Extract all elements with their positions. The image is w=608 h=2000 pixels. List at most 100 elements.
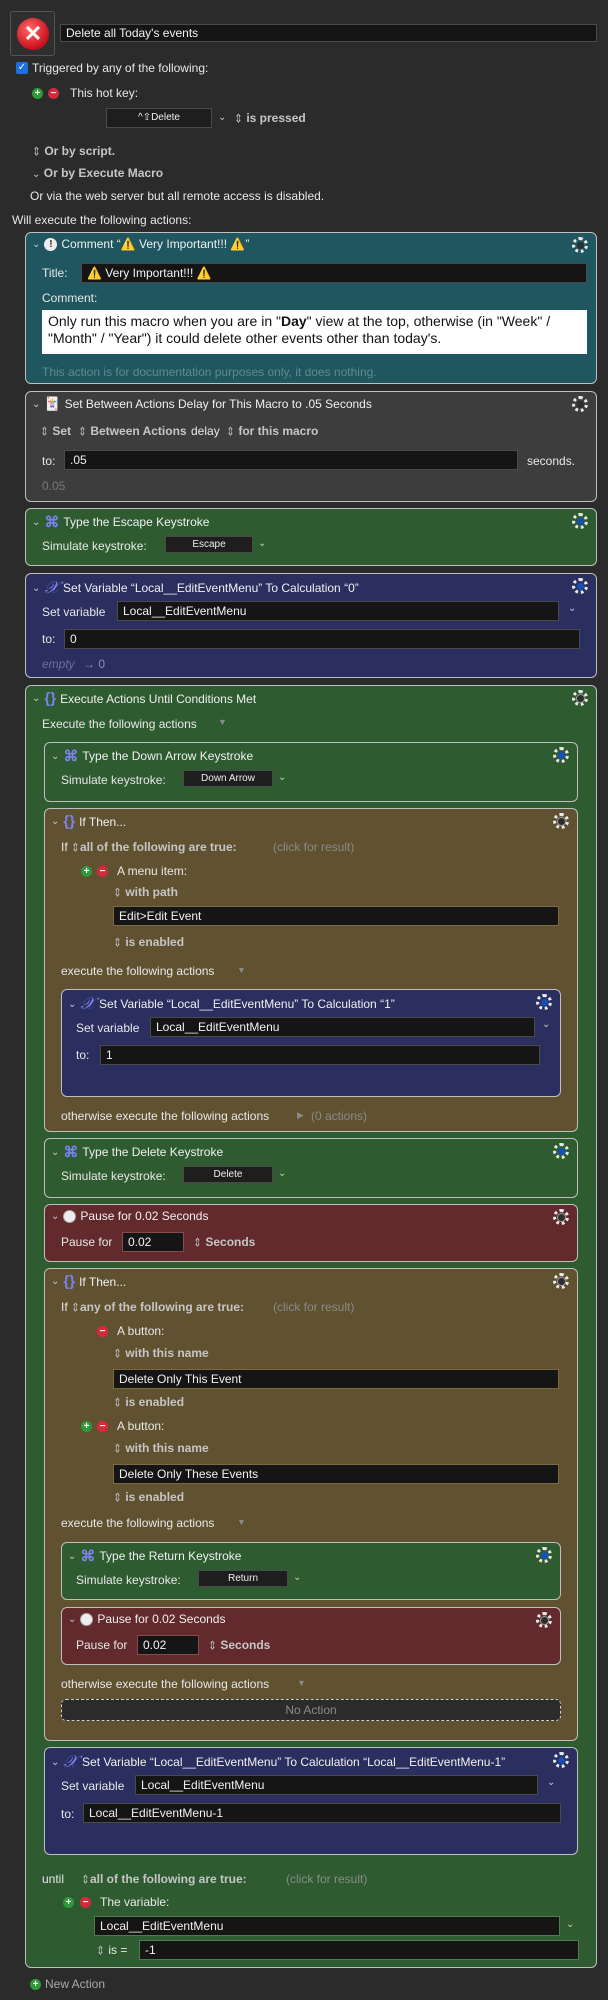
set-variable-action[interactable]: ⌄ 𝒳 Set Variable “Local__EditEventMenu” To…	[61, 989, 561, 1097]
between-actions-popup[interactable]: ⇕ Between Actions	[78, 424, 186, 439]
collapse-chevron-icon[interactable]: ⌄	[51, 1211, 59, 1222]
variable-name-field[interactable]: Local__EditEventMenu	[135, 1775, 538, 1795]
gear-icon[interactable]	[553, 1143, 569, 1159]
condition-popup[interactable]: ⇕any of the following are true:	[71, 1300, 244, 1315]
hotkey-dropdown-icon[interactable]: ⌄	[218, 112, 226, 123]
unit-popup[interactable]: ⇕ Seconds	[193, 1235, 255, 1250]
condition-value-field[interactable]: -1	[139, 1940, 579, 1960]
collapse-chevron-icon[interactable]: ⌄	[32, 399, 40, 410]
with-name-popup[interactable]: ⇕ with this name	[113, 1346, 208, 1361]
type-escape-action[interactable]: ⌄ ⌘ Type the Escape Keystroke Simulate key…	[25, 508, 597, 566]
condition-variable-field[interactable]: Local__EditEventMenu	[94, 1916, 560, 1936]
comment-title-field[interactable]: ⚠️ Very Important!!! ⚠️	[81, 263, 587, 283]
add-condition-icon[interactable]: +	[81, 866, 92, 877]
collapse-chevron-icon[interactable]: ⌄	[51, 816, 59, 827]
collapse-chevron-icon[interactable]: ⌄	[68, 1551, 76, 1562]
collapse-chevron-icon[interactable]: ⌄	[51, 1147, 59, 1158]
remove-condition-icon[interactable]: −	[97, 1421, 108, 1432]
disclosure-triangle-icon[interactable]: ▶	[297, 1110, 304, 1121]
gear-icon[interactable]	[536, 1547, 552, 1563]
remove-condition-icon[interactable]: −	[80, 1897, 91, 1908]
disclosure-triangle-icon[interactable]: ▼	[237, 1517, 246, 1527]
comment-text-area[interactable]: Only run this macro when you are in "Day…	[42, 310, 587, 354]
collapse-chevron-icon[interactable]: ⌄	[51, 1276, 59, 1287]
disclosure-triangle-icon[interactable]: ▼	[297, 1678, 306, 1688]
gear-icon[interactable]	[572, 237, 588, 253]
collapse-chevron-icon[interactable]: ⌄	[32, 693, 40, 704]
is-enabled-popup[interactable]: ⇕ is enabled	[113, 935, 184, 950]
collapse-chevron-icon[interactable]: ⌄	[32, 239, 40, 250]
unit-popup[interactable]: ⇕ Seconds	[208, 1638, 270, 1653]
gear-icon[interactable]	[572, 513, 588, 529]
is-equal-popup[interactable]: ⇕ is =	[96, 1943, 127, 1958]
set-popup[interactable]: ⇕ Set	[40, 424, 71, 439]
click-for-result[interactable]: (click for result)	[286, 1872, 367, 1886]
set-variable-action[interactable]: ⌄ 𝒳 Set Variable “Local__EditEventMenu” To…	[44, 1747, 578, 1855]
gear-icon[interactable]	[553, 1209, 569, 1225]
variable-name-field[interactable]: Local__EditEventMenu	[150, 1017, 535, 1037]
keystroke-dropdown-icon[interactable]: ⌄	[293, 1572, 301, 1583]
gear-icon[interactable]	[553, 1752, 569, 1768]
no-action-placeholder[interactable]: No Action	[61, 1699, 561, 1721]
set-delay-action[interactable]: ⌄ 🃏 Set Between Actions Delay for This Mac…	[25, 391, 597, 502]
condition-popup[interactable]: ⇕all of the following are true:	[71, 840, 236, 855]
add-trigger-icon[interactable]: +	[32, 87, 43, 99]
pause-action[interactable]: ⌄ Pause for 0.02 Seconds Pause for 0.02 ⇕…	[61, 1607, 561, 1665]
add-condition-icon[interactable]: +	[81, 1421, 92, 1432]
hotkey-field[interactable]: ^⇧Delete	[106, 108, 212, 128]
pause-action[interactable]: ⌄ Pause for 0.02 Seconds Pause for 0.02 ⇕…	[44, 1204, 578, 1262]
button-name-field[interactable]: Delete Only These Events	[113, 1464, 559, 1484]
disclosure-triangle-icon[interactable]: ▼	[218, 717, 227, 727]
if-then-action[interactable]: ⌄ {} If Then... If ⇕any of the following a…	[44, 1268, 578, 1741]
variable-dropdown-icon[interactable]: ⌄	[566, 1919, 574, 1930]
button-name-field[interactable]: Delete Only This Event	[113, 1369, 559, 1389]
click-for-result[interactable]: (click for result)	[273, 840, 354, 854]
is-enabled-popup[interactable]: ⇕ is enabled	[113, 1490, 184, 1505]
variable-dropdown-icon[interactable]: ⌄	[547, 1777, 555, 1788]
pause-value-field[interactable]: 0.02	[137, 1635, 199, 1655]
gear-icon[interactable]	[553, 1273, 569, 1289]
collapse-chevron-icon[interactable]: ⌄	[68, 1614, 76, 1625]
until-condition-popup[interactable]: ⇕all of the following are true:	[81, 1872, 246, 1887]
with-name-popup[interactable]: ⇕ with this name	[113, 1441, 208, 1456]
execute-until-action[interactable]: ⌄{} Execute Actions Until Conditions Met …	[25, 685, 597, 1968]
keystroke-field[interactable]: Escape	[165, 536, 253, 553]
disclosure-triangle-icon[interactable]: ▼	[237, 965, 246, 975]
or-script-popup[interactable]: ⇕ Or by script.	[32, 144, 115, 159]
or-execute-macro-toggle[interactable]: ⌄ Or by Execute Macro	[32, 166, 163, 180]
new-action-button[interactable]: + New Action	[30, 1977, 105, 1991]
gear-icon[interactable]	[553, 747, 569, 763]
set-variable-action[interactable]: ⌄ 𝒳 Set Variable “Local__EditEventMenu” To…	[25, 573, 597, 678]
calculation-field[interactable]: Local__EditEventMenu-1	[83, 1803, 561, 1823]
delay-value-field[interactable]: .05	[64, 450, 518, 470]
calculation-field[interactable]: 1	[100, 1045, 540, 1065]
is-enabled-popup[interactable]: ⇕ is enabled	[113, 1395, 184, 1410]
triggered-checkbox[interactable]: ✓	[16, 62, 28, 74]
macro-icon-well[interactable]: ✕	[10, 11, 55, 56]
type-down-arrow-action[interactable]: ⌄ ⌘ Type the Down Arrow Keystroke Simulate…	[44, 742, 578, 802]
variable-dropdown-icon[interactable]: ⌄	[542, 1019, 550, 1030]
gear-icon[interactable]	[536, 994, 552, 1010]
keystroke-field[interactable]: Delete	[183, 1166, 273, 1183]
for-macro-popup[interactable]: ⇕ for this macro	[226, 424, 318, 439]
keystroke-dropdown-icon[interactable]: ⌄	[258, 538, 266, 549]
remove-trigger-icon[interactable]: −	[48, 87, 59, 99]
keystroke-field[interactable]: Return	[198, 1570, 288, 1587]
if-then-action[interactable]: ⌄ {} If Then... If ⇕all of the following a…	[44, 808, 578, 1132]
comment-action[interactable]: ⌄! Comment “⚠️ Very Important!!! ⚠️” Titl…	[25, 232, 597, 384]
with-path-popup[interactable]: ⇕ with path	[113, 885, 178, 900]
gear-icon[interactable]	[536, 1612, 552, 1628]
remove-condition-icon[interactable]: −	[97, 1326, 108, 1337]
menu-path-field[interactable]: Edit>Edit Event	[113, 906, 559, 926]
type-return-action[interactable]: ⌄ ⌘ Type the Return Keystroke Simulate key…	[61, 1542, 561, 1600]
gear-icon[interactable]	[553, 813, 569, 829]
keystroke-dropdown-icon[interactable]: ⌄	[278, 1168, 286, 1179]
gear-icon[interactable]	[572, 578, 588, 594]
keystroke-dropdown-icon[interactable]: ⌄	[278, 772, 286, 783]
pause-value-field[interactable]: 0.02	[122, 1232, 184, 1252]
macro-name-field[interactable]: Delete all Today's events	[60, 24, 597, 42]
calculation-field[interactable]: 0	[64, 629, 580, 649]
hotkey-state-popup[interactable]: ⇕ is pressed	[234, 111, 305, 126]
remove-condition-icon[interactable]: −	[97, 866, 108, 877]
add-condition-icon[interactable]: +	[63, 1897, 74, 1908]
